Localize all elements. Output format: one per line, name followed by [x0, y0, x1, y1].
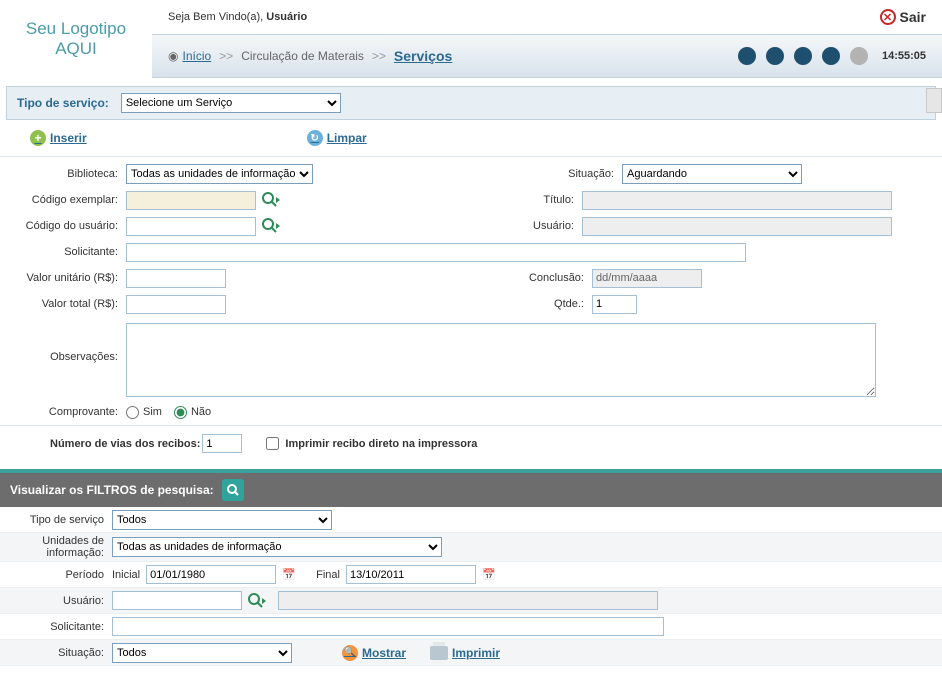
insert-button[interactable]: + Inserir	[30, 130, 87, 146]
f-solicitante-input[interactable]	[112, 617, 664, 636]
biblioteca-label: Biblioteca:	[0, 168, 126, 180]
service-type-select[interactable]: Selecione um Serviço	[121, 93, 341, 113]
f-tipo-servico-select[interactable]: Todos	[112, 510, 332, 530]
codigo-exemplar-input[interactable]	[126, 191, 256, 210]
logo-line2: AQUI	[55, 39, 97, 59]
calendar-final-icon[interactable]: 📅	[480, 566, 498, 584]
clear-button[interactable]: ↻ Limpar	[307, 130, 367, 146]
conclusao-label: Conclusão:	[226, 272, 592, 284]
header-icon-2[interactable]	[766, 47, 784, 65]
solicitante-label: Solicitante:	[0, 246, 126, 258]
f-final-input[interactable]	[346, 565, 476, 584]
codigo-usuario-label: Código do usuário:	[0, 220, 126, 232]
service-type-label: Tipo de serviço:	[17, 96, 109, 110]
username: Usuário	[266, 11, 307, 23]
solicitante-input[interactable]	[126, 243, 746, 262]
imprimir-direto-label: Imprimir recibo direto na impressora	[285, 438, 477, 450]
qtde-label: Qtde.:	[226, 298, 592, 310]
close-icon: ✕	[880, 9, 896, 25]
f-usuario-display	[278, 591, 658, 610]
breadcrumb-home[interactable]: Início	[182, 49, 211, 63]
header-icon-1[interactable]	[738, 47, 756, 65]
observacoes-label: Observações:	[0, 323, 126, 363]
usuario-label: Usuário:	[282, 220, 582, 232]
comprovante-sim[interactable]: Sim	[126, 406, 162, 419]
f-tipo-servico-label: Tipo de serviço	[0, 514, 112, 526]
printer-icon	[430, 646, 448, 660]
f-situacao-select[interactable]: Todos	[112, 643, 292, 663]
qtde-input[interactable]	[592, 295, 637, 314]
titulo-input	[582, 191, 892, 210]
scrollbar[interactable]	[926, 88, 942, 113]
situacao-label: Situação:	[532, 168, 622, 180]
f-solicitante-label: Solicitante:	[0, 621, 112, 633]
f-unidades-select[interactable]: Todas as unidades de informação	[112, 537, 442, 557]
header-icon-4[interactable]	[822, 47, 840, 65]
valor-total-label: Valor total (R$):	[0, 298, 126, 310]
logo-line1: Seu Logotipo	[26, 19, 126, 39]
comprovante-label: Comprovante:	[0, 406, 126, 418]
exit-link[interactable]: ✕ Sair	[880, 9, 926, 25]
conclusao-input[interactable]	[592, 269, 702, 288]
f-situacao-label: Situação:	[0, 647, 112, 659]
welcome-text: Seja Bem Vindo(a), Usuário	[168, 11, 307, 23]
codigo-usuario-input[interactable]	[126, 217, 256, 236]
show-icon: 🔍	[342, 645, 358, 661]
service-type-bar: Tipo de serviço: Selecione um Serviço	[6, 86, 936, 120]
logo: Seu Logotipo AQUI	[0, 0, 152, 78]
search-exemplar-button[interactable]	[260, 191, 282, 210]
f-search-usuario-button[interactable]	[246, 591, 268, 610]
calendar-inicial-icon[interactable]: 📅	[280, 566, 298, 584]
vias-input[interactable]	[202, 434, 242, 453]
home-icon: ◉	[168, 49, 178, 63]
valor-unitario-label: Valor unitário (R$):	[0, 272, 126, 284]
breadcrumb-current[interactable]: Serviços	[394, 48, 452, 64]
filters-toggle-icon[interactable]	[222, 479, 244, 501]
f-unidades-label: Unidades deinformação:	[0, 535, 112, 559]
situacao-select[interactable]: Aguardando	[622, 164, 802, 184]
comprovante-nao[interactable]: Não	[174, 406, 211, 419]
plus-icon: +	[30, 130, 46, 146]
observacoes-textarea[interactable]	[126, 323, 876, 397]
biblioteca-select[interactable]: Todas as unidades de informação	[126, 164, 313, 184]
f-usuario-label: Usuário:	[0, 595, 112, 607]
breadcrumb: ◉ Início >> Circulação de Materais >> Se…	[152, 34, 942, 78]
f-periodo-label: Período	[0, 569, 112, 581]
titulo-label: Título:	[282, 194, 582, 206]
mostrar-button[interactable]: 🔍 Mostrar	[342, 645, 406, 661]
breadcrumb-mid: Circulação de Materais	[241, 49, 364, 63]
valor-unitario-input[interactable]	[126, 269, 226, 288]
search-usuario-button[interactable]	[260, 217, 282, 236]
usuario-input	[582, 217, 892, 236]
imprimir-button[interactable]: Imprimir	[430, 646, 500, 660]
codigo-exemplar-label: Código exemplar:	[0, 194, 126, 206]
clear-icon: ↻	[307, 130, 323, 146]
valor-total-input[interactable]	[126, 295, 226, 314]
header-time: 14:55:05	[882, 50, 926, 62]
header-icon-3[interactable]	[794, 47, 812, 65]
imprimir-direto-checkbox[interactable]	[266, 437, 279, 450]
f-inicial-label: Inicial	[112, 569, 140, 581]
f-final-label: Final	[316, 569, 340, 581]
f-usuario-input[interactable]	[112, 591, 242, 610]
vias-label: Número de vias dos recibos:	[50, 438, 200, 450]
clock-icon	[850, 47, 868, 65]
f-inicial-input[interactable]	[146, 565, 276, 584]
filters-header: Visualizar os FILTROS de pesquisa:	[0, 473, 942, 507]
